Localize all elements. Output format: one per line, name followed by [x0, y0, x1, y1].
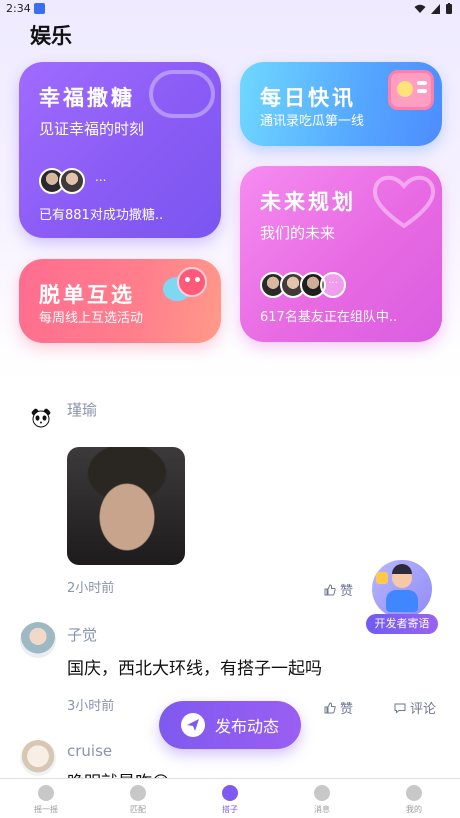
shake-icon: [38, 785, 54, 801]
signal-icon: [430, 4, 440, 14]
message-icon: [314, 785, 330, 801]
paper-plane-icon: [180, 713, 205, 737]
status-icons: [414, 3, 452, 17]
more-avatars: ···: [320, 272, 346, 298]
partner-icon: [222, 785, 238, 801]
radio-sticker-icon: [388, 70, 434, 110]
post-author-name[interactable]: cruise: [67, 742, 112, 760]
match-icon: [130, 785, 146, 801]
comment-button[interactable]: 评论: [394, 698, 436, 717]
like-button[interactable]: 赞: [324, 580, 353, 599]
card-subtitle: 我们的未来: [260, 224, 336, 242]
post-author-name[interactable]: 瑾瑜: [67, 399, 97, 420]
status-time: 2:34: [6, 2, 31, 15]
nav-item-partner[interactable]: 搭子: [184, 779, 276, 818]
card-subtitle: 见证幸福的时刻: [39, 120, 145, 138]
app-notification-icon: [34, 3, 45, 14]
card-single-match[interactable]: 脱单互选 每周线上互选活动: [19, 259, 221, 343]
avatar[interactable]: [30, 407, 52, 429]
card-happy-sugar[interactable]: 幸福撒糖 见证幸福的时刻 ... 已有881对成功撒糖..: [19, 62, 221, 238]
developer-avatar-icon: [372, 560, 432, 618]
wifi-icon: [414, 4, 426, 13]
heart-decoration-icon: [372, 175, 436, 229]
avatar[interactable]: [20, 622, 56, 658]
comment-icon: [394, 703, 406, 714]
card-footer: 617名基友正在组队中..: [260, 310, 398, 325]
gamepad-decoration: [149, 70, 215, 118]
nav-label: 匹配: [130, 805, 146, 814]
status-bar: 2:34: [0, 0, 460, 20]
post-text: 国庆，西北大环线，有搭子一起吗: [67, 659, 322, 679]
thumbs-up-icon: [324, 701, 336, 713]
developer-message-badge[interactable]: 开发者寄语: [366, 560, 438, 634]
post-photo[interactable]: [67, 447, 185, 565]
nav-label: 我的: [406, 805, 422, 814]
post-time: 3小时前: [67, 699, 115, 714]
avatar-group: ···: [260, 272, 346, 298]
nav-label: 消息: [314, 805, 330, 814]
like-label: 赞: [340, 584, 354, 599]
nav-item-match[interactable]: 匹配: [92, 779, 184, 818]
card-subtitle: 每周线上互选活动: [39, 311, 144, 326]
avatar: [59, 168, 85, 194]
nav-label: 搭子: [222, 805, 238, 814]
nav-item-shake[interactable]: 摇一摇: [0, 779, 92, 818]
monster-sticker-icon: [159, 263, 213, 303]
panda-avatar-icon: [31, 408, 51, 428]
card-title: 幸福撒糖: [39, 86, 135, 110]
publish-label: 发布动态: [214, 717, 279, 736]
like-label: 赞: [340, 702, 354, 717]
publish-post-button[interactable]: 发布动态: [159, 701, 301, 749]
post-author-name[interactable]: 子觉: [67, 624, 97, 645]
page-title: 娱乐: [30, 24, 72, 48]
card-title: 脱单互选: [39, 283, 135, 307]
nav-item-profile[interactable]: 我的: [368, 779, 460, 818]
nav-item-messages[interactable]: 消息: [276, 779, 368, 818]
developer-message-label: 开发者寄语: [366, 614, 438, 634]
more-dots: ...: [95, 170, 107, 184]
card-footer: 已有881对成功撒糖..: [39, 208, 164, 223]
comment-label: 评论: [410, 702, 437, 717]
nav-label: 摇一摇: [34, 805, 58, 814]
post-time: 2小时前: [67, 581, 115, 596]
card-subtitle: 通讯录吃瓜第一线: [260, 114, 365, 129]
card-future-plan[interactable]: 未来规划 我们的未来 ··· 617名基友正在组队中..: [240, 166, 442, 342]
card-title: 每日快讯: [260, 86, 356, 110]
thumbs-up-icon: [324, 583, 336, 595]
avatar[interactable]: [20, 740, 56, 776]
avatar-group: [39, 168, 85, 194]
card-daily-news[interactable]: 每日快讯 通讯录吃瓜第一线: [240, 62, 442, 146]
like-button[interactable]: 赞: [324, 698, 353, 717]
bottom-navigation: 摇一摇 匹配 搭子 消息 我的: [0, 778, 460, 818]
card-title: 未来规划: [260, 190, 356, 214]
profile-icon: [406, 785, 422, 801]
battery-icon: [446, 3, 452, 14]
